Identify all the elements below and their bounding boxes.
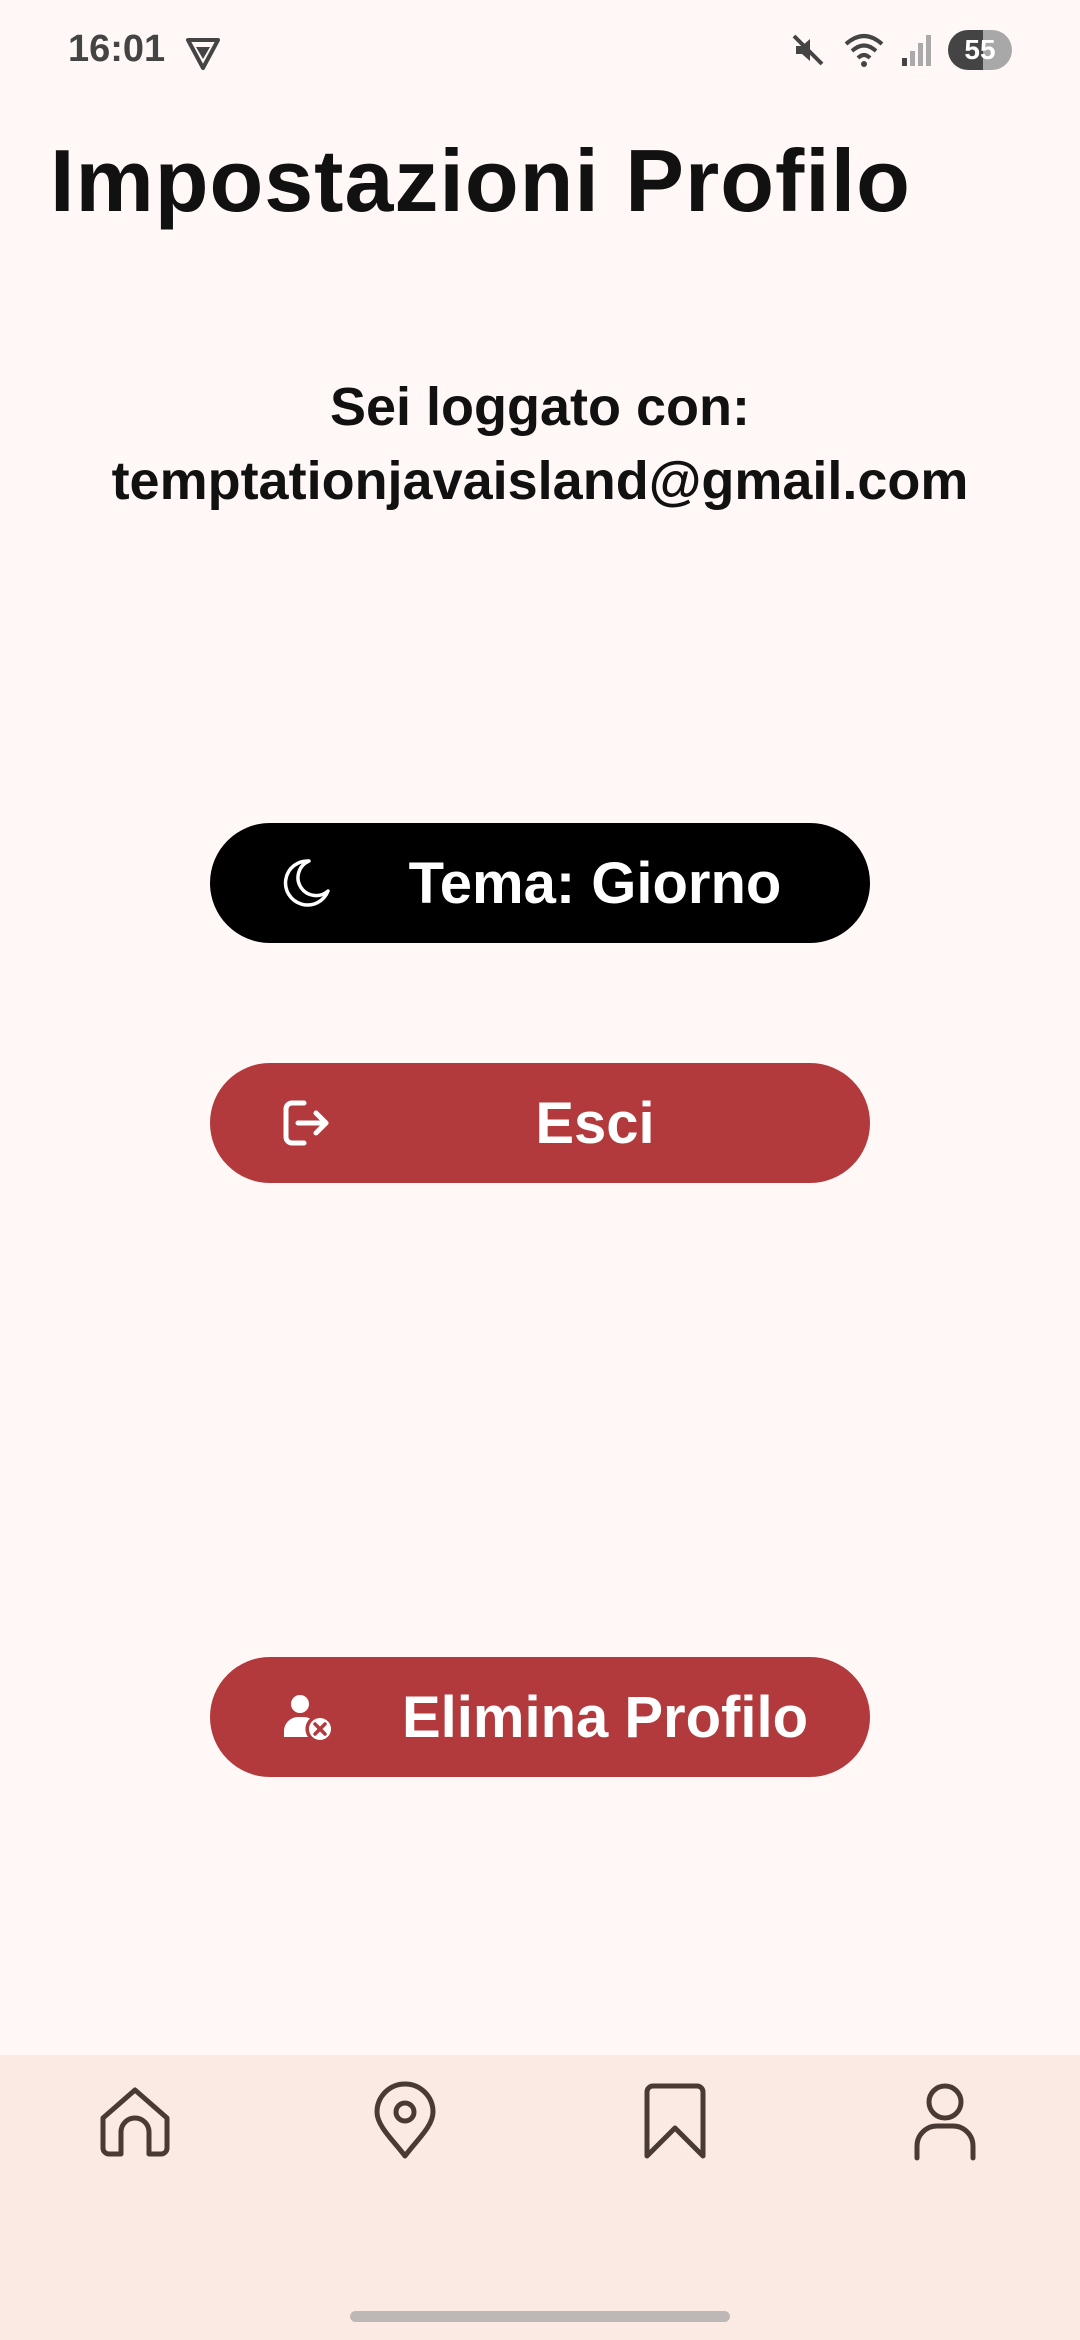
battery-indicator: 55 — [948, 30, 1012, 70]
status-time: 16:01 — [68, 28, 166, 70]
location-pin-icon — [374, 2081, 436, 2159]
nav-home-button[interactable] — [90, 2075, 180, 2165]
nav-saved-button[interactable] — [630, 2075, 720, 2165]
signal-icon — [902, 35, 931, 66]
page-title: Impostazioni Profilo — [50, 131, 911, 230]
theme-button-label: Tema: Giorno — [408, 850, 782, 916]
user-remove-icon — [284, 1695, 331, 1740]
delete-profile-button-label: Elimina Profilo — [401, 1684, 809, 1750]
nav-profile-button[interactable] — [900, 2075, 990, 2165]
logout-button-label: Esci — [535, 1090, 655, 1156]
wifi-icon — [844, 34, 884, 67]
login-info: Sei loggato con: temptationjavaisland@gm… — [0, 370, 1080, 518]
home-indicator[interactable] — [350, 2311, 730, 2322]
profile-icon — [914, 2083, 976, 2161]
home-icon — [100, 2087, 170, 2157]
mute-icon — [792, 34, 824, 66]
bookmark-icon — [644, 2083, 706, 2159]
logout-button[interactable]: Esci — [210, 1063, 870, 1183]
status-bar: 16:01 55 — [0, 0, 1080, 100]
theme-toggle-button[interactable]: Tema: Giorno — [210, 823, 870, 943]
nav-map-button[interactable] — [360, 2075, 450, 2165]
vpn-shield-icon — [186, 38, 220, 70]
delete-profile-button[interactable]: Elimina Profilo — [210, 1657, 870, 1777]
login-label: Sei loggato con: — [329, 377, 750, 437]
status-icons: 55 — [788, 30, 1012, 70]
login-email: temptationjavaisland@gmail.com — [111, 451, 969, 511]
